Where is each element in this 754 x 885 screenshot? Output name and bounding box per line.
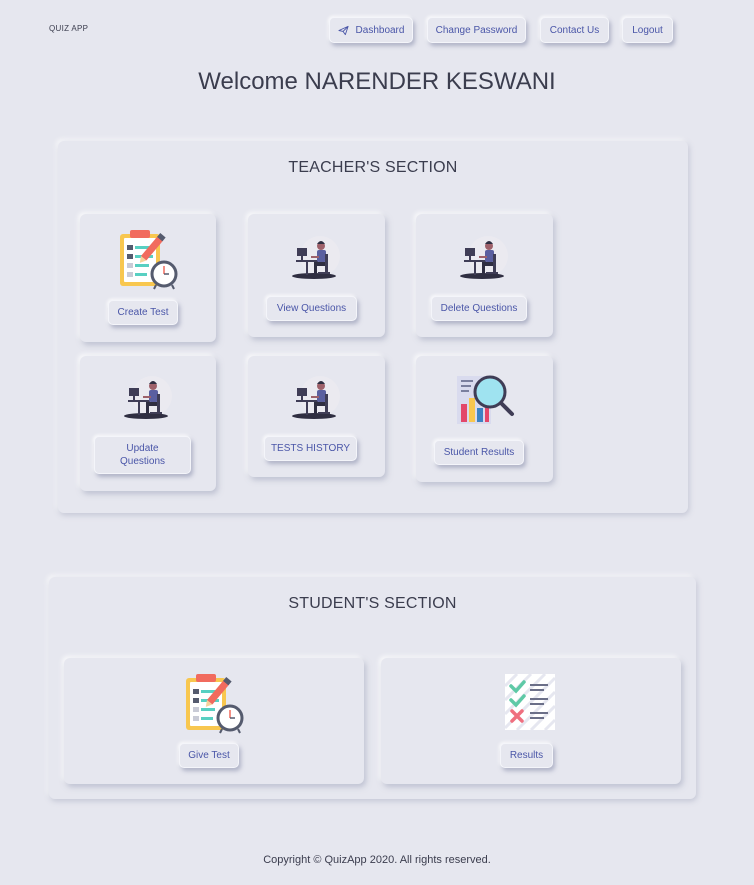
delete-questions-label: Delete Questions	[440, 303, 518, 314]
change-password-label: Change Password	[435, 24, 518, 36]
delete-questions-card: Delete Questions	[416, 214, 553, 337]
view-questions-label: View Questions	[276, 303, 347, 314]
checklist-icon	[503, 672, 557, 732]
view-questions-card: View Questions	[248, 214, 385, 337]
teacher-section-title: TEACHER'S SECTION	[288, 159, 458, 176]
view-questions-button[interactable]: View Questions	[266, 296, 357, 321]
brand-logo[interactable]: QUIZ APP	[49, 24, 88, 33]
create-test-label: Create Test	[117, 307, 169, 318]
contact-us-button[interactable]: Contact Us	[540, 17, 609, 43]
clipboard-clock-icon	[118, 228, 178, 290]
person-at-desk-icon	[124, 376, 172, 419]
student-results-label: Student Results	[443, 447, 515, 458]
delete-questions-button[interactable]: Delete Questions	[431, 296, 527, 321]
student-results-card: Student Results	[416, 356, 553, 482]
person-at-desk-icon	[292, 236, 340, 279]
contact-us-label: Contact Us	[549, 24, 600, 36]
footer-copyright: Copyright © QuizApp 2020. All rights res…	[263, 854, 491, 866]
dashboard-label: Dashboard	[355, 24, 405, 36]
give-test-button[interactable]: Give Test	[179, 743, 239, 768]
change-password-button[interactable]: Change Password	[427, 17, 526, 43]
student-section-title: STUDENT'S SECTION	[288, 595, 457, 612]
tests-history-label: TESTS HISTORY	[270, 443, 351, 454]
update-questions-card: Update Questions	[80, 356, 216, 491]
create-test-button[interactable]: Create Test	[108, 300, 178, 325]
update-questions-label: Update Questions	[119, 443, 166, 467]
paper-plane-icon	[337, 25, 349, 35]
update-questions-button[interactable]: Update Questions	[94, 436, 191, 474]
results-button[interactable]: Results	[500, 743, 553, 768]
tests-history-card: TESTS HISTORY	[248, 356, 385, 477]
dashboard-button[interactable]: Dashboard	[329, 17, 413, 43]
give-test-label: Give Test	[188, 750, 230, 761]
clipboard-clock-icon	[184, 672, 244, 734]
logout-button[interactable]: Logout	[622, 17, 673, 43]
person-at-desk-icon	[460, 236, 508, 279]
welcome-heading: Welcome NARENDER KESWANI	[198, 68, 556, 95]
create-test-card: Create Test	[80, 214, 216, 342]
person-at-desk-icon	[292, 376, 340, 419]
tests-history-button[interactable]: TESTS HISTORY	[264, 436, 357, 461]
results-label: Results	[509, 750, 544, 761]
logout-label: Logout	[632, 24, 663, 36]
chart-magnifier-icon	[457, 375, 514, 424]
results-card: Results	[381, 658, 681, 784]
give-test-card: Give Test	[64, 658, 364, 784]
student-results-button[interactable]: Student Results	[434, 440, 524, 465]
